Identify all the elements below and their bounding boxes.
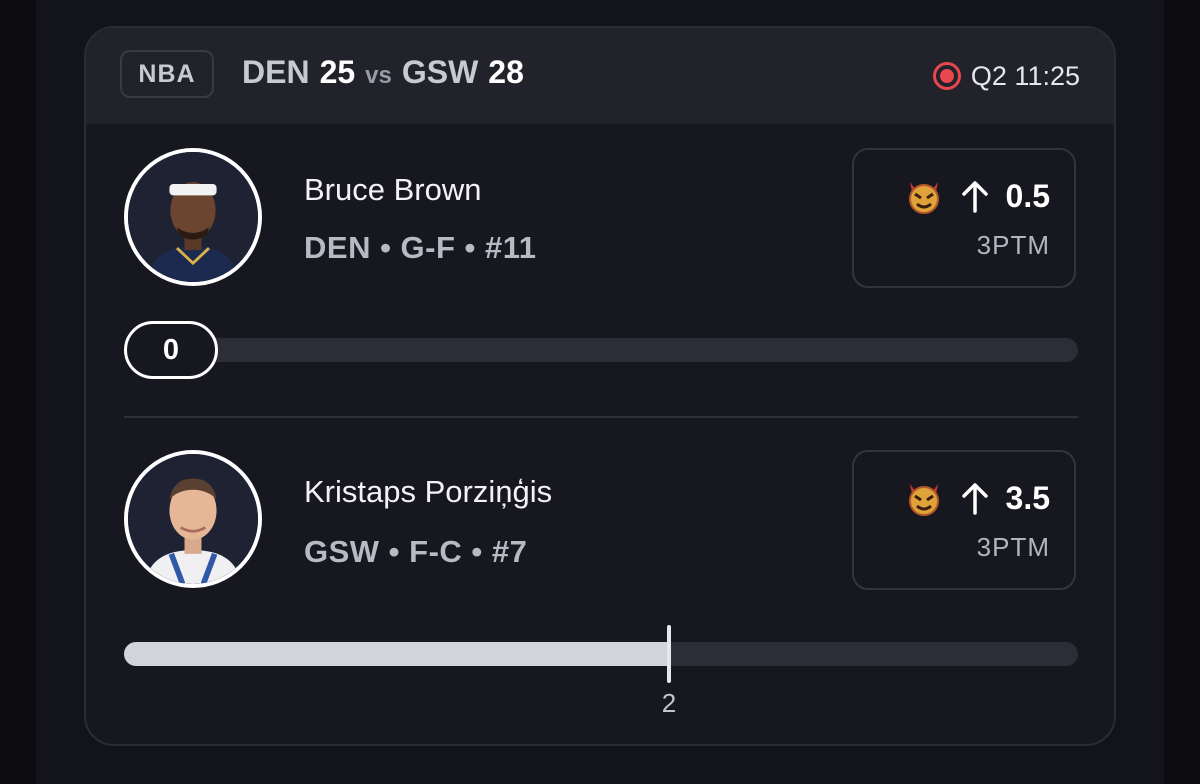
away-team: DEN <box>242 54 310 90</box>
prop-line: 0.5 <box>904 176 1050 216</box>
game-header: NBA DEN 25 vs GSW 28 Q2 11:25 <box>86 28 1114 124</box>
stat-type: 3PTM <box>976 532 1050 562</box>
current-value-pill: 0 <box>124 321 218 379</box>
away-score: 25 <box>319 54 356 90</box>
player-row[interactable]: Kristaps Porziņģis GSW • F-C • #7 3.5 3P… <box>86 426 1114 718</box>
prop-line-box[interactable]: 3.5 3PTM <box>852 450 1076 590</box>
home-team: GSW <box>401 54 479 90</box>
prop-line-box[interactable]: 0.5 3PTM <box>852 148 1076 288</box>
player-prop-card[interactable]: NBA DEN 25 vs GSW 28 Q2 11:25 Bruce Brow… <box>84 26 1116 746</box>
player-avatar <box>124 148 262 286</box>
league-badge: NBA <box>120 50 214 98</box>
game-status: Q2 11:25 <box>932 58 1080 94</box>
player-info: GSW • F-C • #7 <box>304 534 528 569</box>
player-name: Kristaps Porziņģis <box>304 474 553 509</box>
row-divider <box>124 416 1078 418</box>
progress-track <box>124 642 1078 666</box>
matchup-score: DEN 25 vs GSW 28 <box>242 54 524 98</box>
live-record-icon <box>932 62 961 90</box>
player-name: Bruce Brown <box>304 172 482 207</box>
current-value-marker <box>667 625 671 683</box>
vs-label: vs <box>365 62 392 89</box>
arrow-up-icon <box>961 483 988 515</box>
prop-line: 3.5 <box>904 478 1050 518</box>
player-row[interactable]: Bruce Brown DEN • G-F • #11 0.5 3PTM 0 <box>86 124 1114 384</box>
game-clock: Q2 11:25 <box>970 60 1080 91</box>
progress-fill <box>124 642 668 666</box>
devil-emoji-icon <box>908 182 939 214</box>
line-value: 3.5 <box>1005 479 1050 516</box>
arrow-up-icon <box>961 181 988 213</box>
line-value: 0.5 <box>1005 177 1050 214</box>
player-avatar <box>124 450 262 588</box>
devil-emoji-icon <box>908 484 939 516</box>
progress-track <box>124 338 1078 362</box>
player-info: DEN • G-F • #11 <box>304 230 537 265</box>
current-value-label: 2 <box>661 688 677 718</box>
home-score: 28 <box>488 54 524 90</box>
stat-type: 3PTM <box>976 230 1050 260</box>
